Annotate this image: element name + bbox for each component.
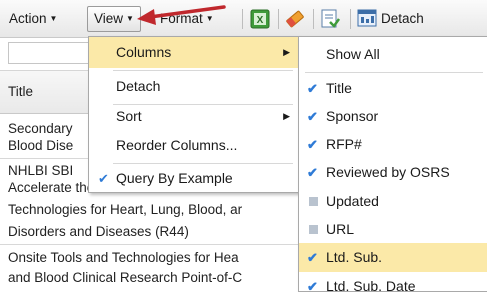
- view-menu: Columns ▶ Detach Sort ▶ Reorder Columns.…: [88, 36, 299, 193]
- column-option-sponsor[interactable]: ✔ Sponsor: [299, 102, 487, 131]
- checkmark-icon: ✔: [307, 279, 318, 292]
- menu-item-columns[interactable]: Columns ▶: [89, 37, 298, 68]
- cell-text: Technologies for Heart, Lung, Blood, ar: [8, 202, 243, 217]
- query-edit-icon[interactable]: [319, 8, 341, 30]
- menu-item-label: Reviewed by OSRS: [326, 164, 450, 180]
- unchecked-square-icon: [309, 225, 318, 234]
- cell-text: Blood Dise: [8, 138, 74, 153]
- menu-item-label: Detach: [116, 78, 161, 94]
- format-menu-label: Format: [160, 11, 203, 26]
- menu-item-query-by-example[interactable]: ✔ Query By Example: [89, 163, 298, 194]
- menu-item-label: Show All: [326, 46, 380, 62]
- menu-item-sort[interactable]: Sort ▶: [89, 101, 298, 132]
- menu-item-label: Sponsor: [326, 108, 379, 124]
- action-menu-button[interactable]: Action ▼: [9, 7, 57, 31]
- view-menu-button[interactable]: View ▼: [87, 6, 141, 32]
- menu-item-label: Sort: [116, 108, 142, 124]
- detach-label: Detach: [381, 11, 424, 26]
- column-option-updated[interactable]: Updated: [299, 187, 487, 216]
- toolbar-separator: [350, 9, 351, 29]
- view-menu-label: View: [94, 11, 124, 26]
- chevron-right-icon: ▶: [283, 47, 290, 57]
- column-header-label: Title: [8, 84, 34, 99]
- cell-text: and Blood Clinical Research Point-of-C: [8, 270, 243, 285]
- cell-text: Secondary: [8, 121, 73, 136]
- chevron-right-icon: ▶: [283, 111, 290, 121]
- menu-item-label: Ltd. Sub.: [326, 249, 383, 265]
- menu-item-label: Query By Example: [116, 170, 233, 186]
- toolbar-separator: [313, 9, 314, 29]
- columns-submenu: Show All ✔ Title ✔ Sponsor ✔ RFP# ✔ Revi…: [298, 36, 487, 292]
- checkmark-icon: ✔: [307, 250, 318, 265]
- toolbar-separator: [242, 9, 243, 29]
- menu-item-label: Ltd. Sub. Date: [326, 278, 416, 292]
- column-option-url[interactable]: URL: [299, 215, 487, 244]
- action-menu-label: Action: [9, 11, 47, 26]
- checkmark-icon: ✔: [307, 137, 318, 152]
- column-option-ltd-sub[interactable]: ✔ Ltd. Sub.: [299, 243, 487, 272]
- qbe-filter-input[interactable]: [8, 42, 92, 64]
- chevron-down-icon: ▼: [49, 14, 58, 23]
- eraser-icon[interactable]: [284, 8, 306, 30]
- menu-separator: [305, 72, 483, 73]
- cell-text: Onsite Tools and Technologies for Hea: [8, 250, 239, 265]
- column-header-title[interactable]: Title: [0, 70, 92, 114]
- format-menu-button[interactable]: Format ▼: [160, 7, 214, 31]
- column-option-rfp[interactable]: ✔ RFP#: [299, 130, 487, 159]
- checkmark-icon: ✔: [98, 171, 109, 186]
- menu-item-label: Title: [326, 80, 352, 96]
- chevron-down-icon: ▼: [205, 14, 214, 23]
- chevron-down-icon: ▼: [126, 14, 134, 23]
- toolbar-separator: [278, 9, 279, 29]
- column-option-reviewed-by-osrs[interactable]: ✔ Reviewed by OSRS: [299, 158, 487, 187]
- toolbar: Action ▼ View ▼ Format ▼ X Detach: [0, 0, 487, 38]
- column-option-title[interactable]: ✔ Title: [299, 74, 487, 103]
- menu-item-reorder-columns[interactable]: Reorder Columns...: [89, 130, 298, 161]
- detach-button[interactable]: Detach: [357, 7, 424, 31]
- cell-text: Disorders and Diseases (R44): [8, 224, 189, 239]
- column-option-show-all[interactable]: Show All: [299, 40, 487, 69]
- checkmark-icon: ✔: [307, 81, 318, 96]
- cell-text: NHLBI SBI: [8, 163, 74, 178]
- detach-icon: [357, 8, 377, 36]
- menu-item-label: URL: [326, 221, 355, 237]
- menu-item-label: Reorder Columns...: [116, 137, 238, 153]
- export-excel-icon[interactable]: X: [249, 8, 271, 30]
- column-option-ltd-sub-date[interactable]: ✔ Ltd. Sub. Date: [299, 272, 487, 292]
- svg-text:X: X: [257, 15, 264, 26]
- menu-item-label: Columns: [116, 44, 172, 60]
- unchecked-square-icon: [309, 197, 318, 206]
- menu-item-label: Updated: [326, 193, 379, 209]
- menu-item-label: RFP#: [326, 136, 362, 152]
- checkmark-icon: ✔: [307, 109, 318, 124]
- menu-item-detach[interactable]: Detach: [89, 71, 298, 102]
- checkmark-icon: ✔: [307, 165, 318, 180]
